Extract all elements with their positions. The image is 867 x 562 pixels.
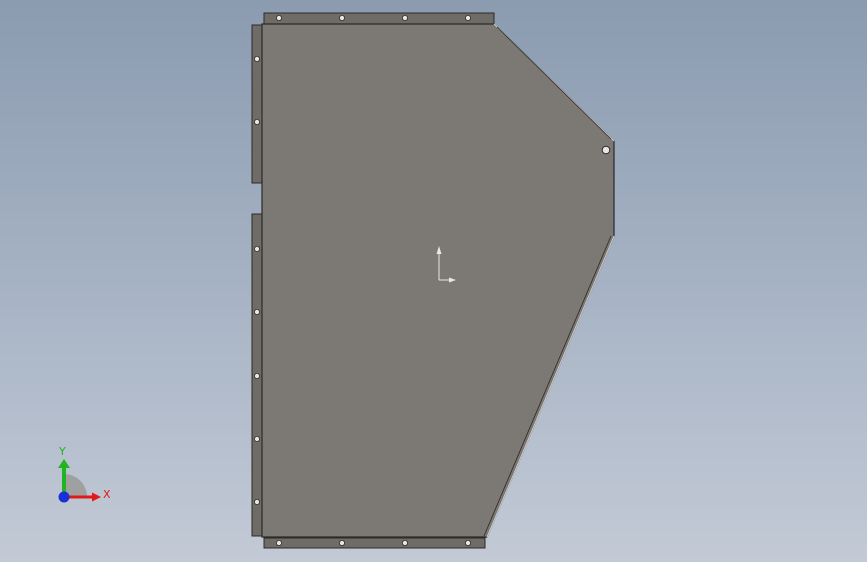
flange-hole — [464, 14, 471, 21]
flange-hole — [275, 14, 282, 21]
graphics-viewport[interactable]: Y X — [0, 0, 867, 562]
flange-hole — [253, 498, 260, 505]
flange-hole — [338, 14, 345, 21]
flange-hole — [253, 308, 260, 315]
flange-hole — [253, 372, 260, 379]
main-plate[interactable] — [261, 23, 615, 538]
flange-hole — [464, 540, 471, 547]
flange-hole — [253, 119, 260, 126]
triad-x-label: X — [103, 488, 111, 501]
flange-hole — [253, 245, 260, 252]
top-flange[interactable] — [263, 12, 495, 25]
left-flange-lower[interactable] — [251, 213, 263, 537]
axis-triad-icon: Y X — [58, 445, 111, 503]
flange-hole — [275, 540, 282, 547]
flange-hole — [253, 56, 260, 63]
flange-hole — [338, 540, 345, 547]
flange-hole — [401, 540, 408, 547]
flange-hole — [401, 14, 408, 21]
triad-y-label: Y — [58, 445, 66, 458]
plate-hole — [601, 145, 611, 155]
flange-hole — [253, 435, 260, 442]
triad-z-axis — [58, 491, 70, 503]
bottom-flange[interactable] — [263, 537, 486, 549]
left-flange-upper[interactable] — [251, 24, 263, 184]
